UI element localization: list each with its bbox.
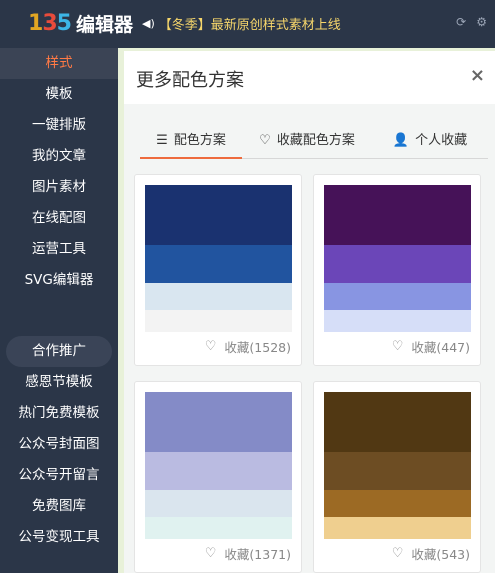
sidebar-item-partnership[interactable]: 合作推广 (6, 336, 112, 367)
sidebar-item-free-gallery[interactable]: 免费图库 (0, 491, 118, 522)
tab-personal-favorites[interactable]: 👤 个人收藏 (372, 124, 488, 159)
list-icon: ☰ (156, 133, 168, 148)
sidebar-item-cover-image[interactable]: 公众号封面图 (0, 429, 118, 460)
panel-header: 更多配色方案 × (124, 48, 495, 104)
favorite-count: 收藏(543) (411, 547, 470, 562)
favorite-count: 收藏(447) (411, 340, 470, 355)
heart-icon: ♡ (204, 546, 217, 561)
heart-icon: ♡ (391, 339, 404, 354)
swatch (145, 452, 292, 490)
tab-color-schemes[interactable]: ☰ 配色方案 (140, 124, 242, 159)
notice-text: 【冬季】最新原创样式素材上线 (158, 18, 341, 33)
swatch (145, 392, 292, 452)
swatch (145, 283, 292, 310)
sidebar-item-svg-editor[interactable]: SVG编辑器 (0, 265, 118, 296)
swatch-stack (324, 185, 471, 332)
sidebar-item-monetize-tools[interactable]: 公号变现工具 (0, 522, 118, 553)
favorite-count: 收藏(1371) (224, 547, 291, 562)
tab-bar: ☰ 配色方案 ♡ 收藏配色方案 👤 个人收藏 (140, 124, 488, 159)
scheme-card[interactable]: ♡ 收藏(447) (313, 174, 481, 366)
logo-mark: 135 (28, 10, 72, 36)
favorite-count: 收藏(1528) (224, 340, 291, 355)
notice-banner[interactable]: ◀) 【冬季】最新原创样式素材上线 (142, 14, 341, 33)
scheme-card[interactable]: ♡ 收藏(543) (313, 381, 481, 573)
heart-icon: ♡ (204, 339, 217, 354)
logo-text: 编辑器 (75, 13, 133, 36)
speaker-icon: ◀) (142, 17, 155, 30)
sidebar-item-open-comments[interactable]: 公众号开留言 (0, 460, 118, 491)
sidebar-item-online-images[interactable]: 在线配图 (0, 203, 118, 234)
swatch (145, 490, 292, 517)
logo[interactable]: 135 编辑器 (28, 10, 133, 36)
tab-saved-schemes[interactable]: ♡ 收藏配色方案 (242, 124, 372, 159)
swatch (324, 392, 471, 452)
scheme-card[interactable]: ♡ 收藏(1371) (134, 381, 302, 573)
swatch (324, 245, 471, 283)
favorite-button[interactable]: ♡ 收藏(1528) (205, 337, 291, 356)
heart-icon: ♡ (259, 133, 271, 148)
favorite-button[interactable]: ♡ 收藏(1371) (205, 544, 291, 563)
top-bar: 135 编辑器 ◀) 【冬季】最新原创样式素材上线 ⟳ ⚙ (0, 0, 495, 48)
swatch-stack (145, 392, 292, 539)
sidebar-item-thanksgiving-template[interactable]: 感恩节模板 (0, 367, 118, 398)
swatch-stack (145, 185, 292, 332)
favorite-button[interactable]: ♡ 收藏(447) (392, 337, 470, 356)
close-button[interactable]: × (470, 65, 485, 86)
sidebar-item-templates[interactable]: 模板 (0, 79, 118, 110)
swatch-stack (324, 392, 471, 539)
sidebar-item-image-materials[interactable]: 图片素材 (0, 172, 118, 203)
sidebar: 样式 模板 一键排版 我的文章 图片素材 在线配图 运营工具 SVG编辑器 合作… (0, 48, 118, 573)
sidebar-item-free-templates[interactable]: 热门免费模板 (0, 398, 118, 429)
sidebar-item-my-articles[interactable]: 我的文章 (0, 141, 118, 172)
swatch (324, 490, 471, 517)
top-icons: ⟳ ⚙ (456, 15, 487, 29)
color-scheme-panel: 更多配色方案 × ☰ 配色方案 ♡ 收藏配色方案 👤 个人收藏 ♡ 收藏(152… (118, 48, 495, 573)
swatch (324, 185, 471, 245)
swatch (145, 517, 292, 539)
settings-icon[interactable]: ⚙ (476, 15, 487, 29)
swatch (145, 245, 292, 283)
user-icon: 👤 (392, 133, 410, 148)
favorite-button[interactable]: ♡ 收藏(543) (392, 544, 470, 563)
scheme-card[interactable]: ♡ 收藏(1528) (134, 174, 302, 366)
swatch (324, 517, 471, 539)
swatch (324, 452, 471, 490)
refresh-icon[interactable]: ⟳ (456, 15, 466, 29)
swatch (145, 310, 292, 332)
heart-icon: ♡ (391, 546, 404, 561)
sidebar-item-ops-tools[interactable]: 运营工具 (0, 234, 118, 265)
swatch (145, 185, 292, 245)
sidebar-item-style[interactable]: 样式 (0, 48, 118, 79)
sidebar-item-one-click-layout[interactable]: 一键排版 (0, 110, 118, 141)
swatch (324, 283, 471, 310)
panel-title: 更多配色方案 (136, 70, 244, 91)
swatch (324, 310, 471, 332)
